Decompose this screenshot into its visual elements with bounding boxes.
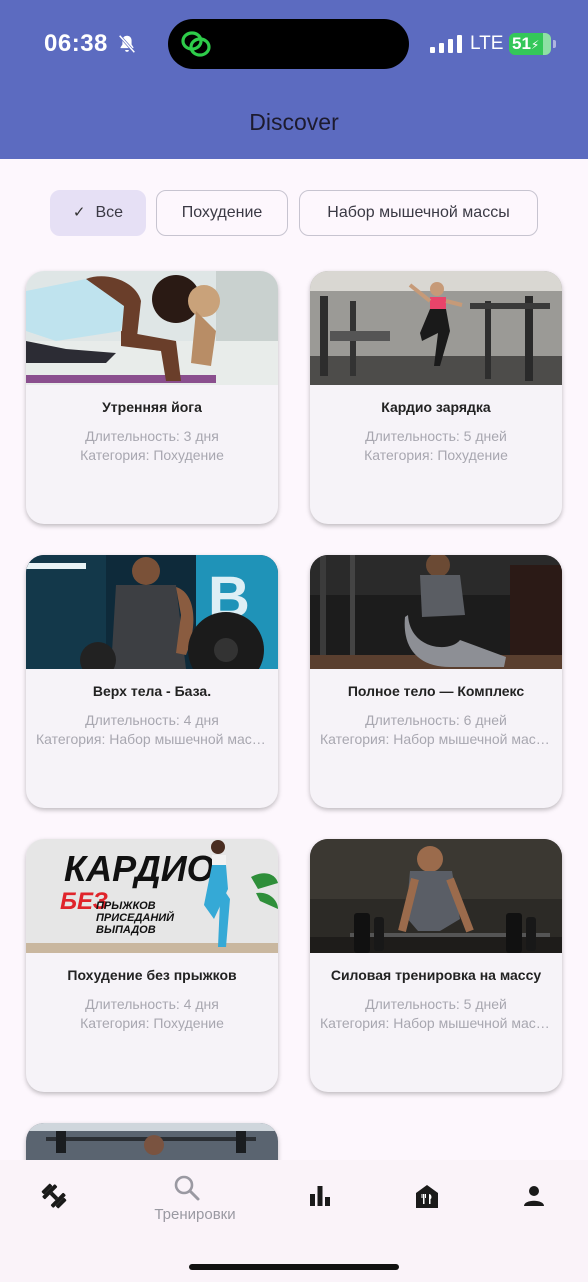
battery-indicator: 51⚡ (509, 33, 556, 55)
workout-card[interactable]: Полное тело — Комплекс Длительность: 6 д… (310, 555, 562, 808)
signal-icon (430, 35, 462, 53)
workout-card[interactable]: Утренняя йога Длительность: 3 дня Катего… (26, 271, 278, 524)
workout-category: Категория: Набор мышечной массы (320, 1015, 552, 1031)
dumbbell-icon (41, 1183, 67, 1209)
image-caption-cardio: КАРДИО (64, 848, 215, 889)
nav-item-stats[interactable] (308, 1160, 332, 1240)
filter-chip-muscle-gain[interactable]: Набор мышечной массы (299, 190, 538, 236)
workout-title: Похудение без прыжков (67, 967, 237, 983)
network-type: LTE (470, 33, 504, 54)
filter-chip-weight-loss[interactable]: Похудение (156, 190, 288, 236)
dynamic-island (168, 19, 409, 69)
charging-bolt-icon: ⚡ (530, 38, 540, 52)
filter-chip-all[interactable]: ✓ Все (50, 190, 146, 236)
nav-item-profile[interactable] (522, 1160, 546, 1240)
status-time: 06:38 (44, 30, 108, 57)
workout-category: Категория: Набор мышечной массы (320, 731, 552, 747)
workout-card[interactable]: Кардио зарядка Длительность: 5 дней Кате… (310, 271, 562, 524)
link-rings-icon (181, 31, 211, 57)
workout-title: Полное тело — Комплекс (347, 683, 525, 699)
page-title: Discover (249, 109, 339, 135)
workout-duration: Длительность: 5 дней (365, 428, 507, 444)
bell-off-icon (118, 34, 136, 54)
image-caption-squats: ПРИСЕДАНИЙ (96, 911, 175, 924)
workout-image (310, 839, 562, 953)
nav-label-workouts: Тренировки (154, 1206, 236, 1223)
workout-image: B (26, 555, 278, 669)
workout-image (26, 1123, 278, 1163)
workout-duration: Длительность: 5 дней (365, 996, 507, 1012)
check-icon: ✓ (72, 204, 86, 221)
workout-category: Категория: Набор мышечной массы (36, 731, 268, 747)
image-caption-jumps: ПРЫЖКОВ (96, 900, 156, 912)
nav-item-nutrition[interactable] (415, 1160, 439, 1240)
battery-level: 51 (512, 34, 531, 53)
chip-label: Набор мышечной массы (327, 204, 510, 221)
chip-label: Похудение (181, 204, 263, 221)
nav-item-search[interactable]: Тренировки (154, 1160, 236, 1240)
restaurant-icon (416, 1185, 438, 1208)
workout-category: Категория: Похудение (364, 447, 508, 463)
workout-card[interactable]: Силовая тренировка на массу Длительность… (310, 839, 562, 1092)
workout-title: Силовая тренировка на массу (330, 967, 542, 983)
chip-label: Все (95, 204, 124, 221)
bar-chart-icon (310, 1186, 330, 1206)
workout-card[interactable]: B Верх тела - База. Длительность: 4 дня … (26, 555, 278, 808)
search-icon (174, 1175, 200, 1201)
workout-title: Кардио зарядка (381, 399, 491, 415)
workout-image (310, 271, 562, 385)
workout-title: Утренняя йога (102, 399, 202, 415)
app-header: 06:38 LTE 51⚡ Discover (0, 0, 588, 159)
workout-duration: Длительность: 4 дня (85, 996, 219, 1012)
workout-image (26, 271, 278, 385)
workout-card[interactable]: КАРДИО БЕЗ ПРЫЖКОВ ПРИСЕДАНИЙ ВЫПАДОВ По… (26, 839, 278, 1092)
workout-card[interactable] (26, 1123, 278, 1163)
workout-duration: Длительность: 4 дня (85, 712, 219, 728)
home-indicator (189, 1264, 399, 1270)
nav-item-workouts[interactable] (40, 1160, 68, 1240)
workout-image (310, 555, 562, 669)
person-icon (524, 1186, 544, 1206)
workout-category: Категория: Похудение (80, 1015, 224, 1031)
workout-category: Категория: Похудение (80, 447, 224, 463)
workout-title: Верх тела - База. (92, 683, 212, 699)
workout-duration: Длительность: 3 дня (85, 428, 219, 444)
workout-duration: Длительность: 6 дней (365, 712, 507, 728)
workout-image: КАРДИО БЕЗ ПРЫЖКОВ ПРИСЕДАНИЙ ВЫПАДОВ (26, 839, 278, 953)
image-caption-lunges: ВЫПАДОВ (96, 924, 156, 936)
